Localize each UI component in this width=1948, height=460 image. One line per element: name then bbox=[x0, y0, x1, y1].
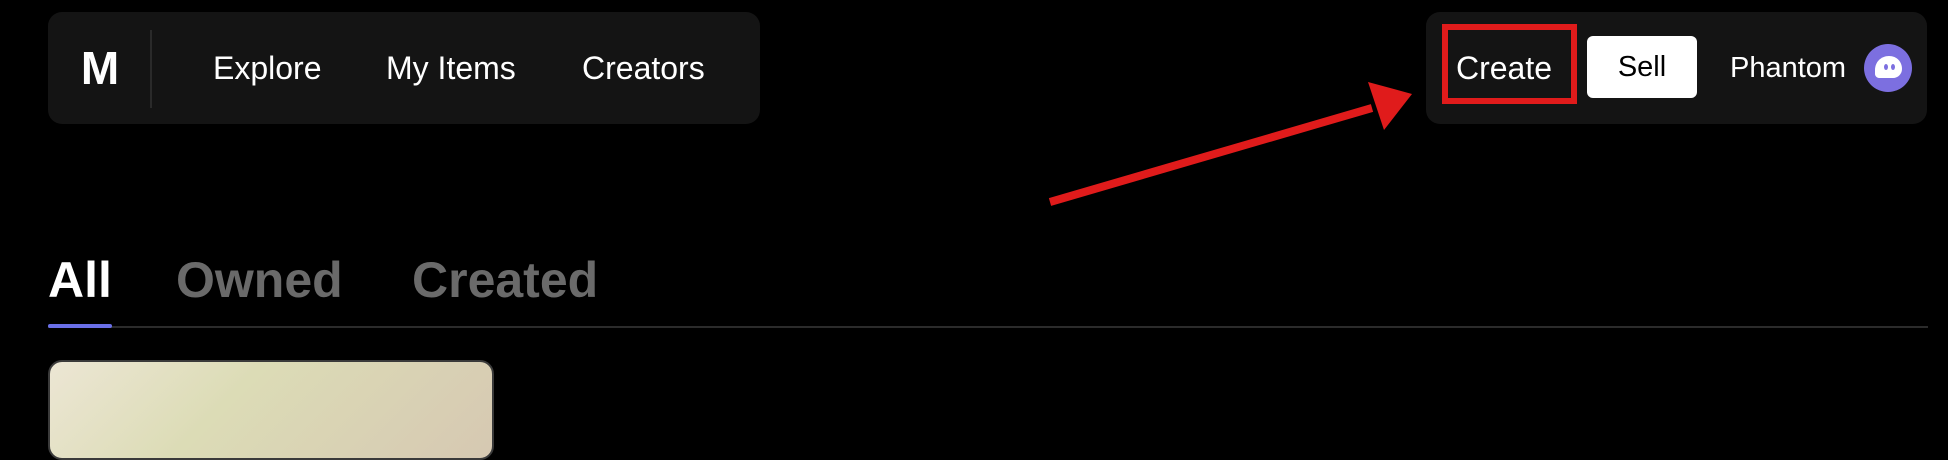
nav-link-creators[interactable]: Creators bbox=[582, 12, 705, 124]
arrow-head bbox=[1368, 82, 1412, 130]
tab-created[interactable]: Created bbox=[412, 240, 598, 320]
logo[interactable]: M bbox=[78, 12, 122, 124]
nav-link-my-items[interactable]: My Items bbox=[386, 12, 516, 124]
active-tab-indicator bbox=[48, 324, 112, 328]
tabs-divider bbox=[48, 326, 1928, 328]
phantom-ghost-glyph bbox=[1875, 56, 1902, 78]
item-card[interactable] bbox=[48, 360, 494, 460]
tab-all[interactable]: All bbox=[48, 240, 112, 320]
create-button[interactable]: Create bbox=[1438, 28, 1570, 108]
wallet-name[interactable]: Phantom bbox=[1730, 12, 1846, 124]
nav-link-explore[interactable]: Explore bbox=[213, 12, 322, 124]
main-nav: M Explore My Items Creators bbox=[48, 12, 760, 124]
tab-owned[interactable]: Owned bbox=[176, 240, 343, 320]
arrow-shaft bbox=[1048, 104, 1374, 206]
phantom-ghost-icon[interactable] bbox=[1864, 44, 1912, 92]
sell-button[interactable]: Sell bbox=[1587, 36, 1697, 98]
nav-divider bbox=[150, 30, 152, 108]
account-nav: Create Sell Phantom bbox=[1426, 12, 1927, 124]
